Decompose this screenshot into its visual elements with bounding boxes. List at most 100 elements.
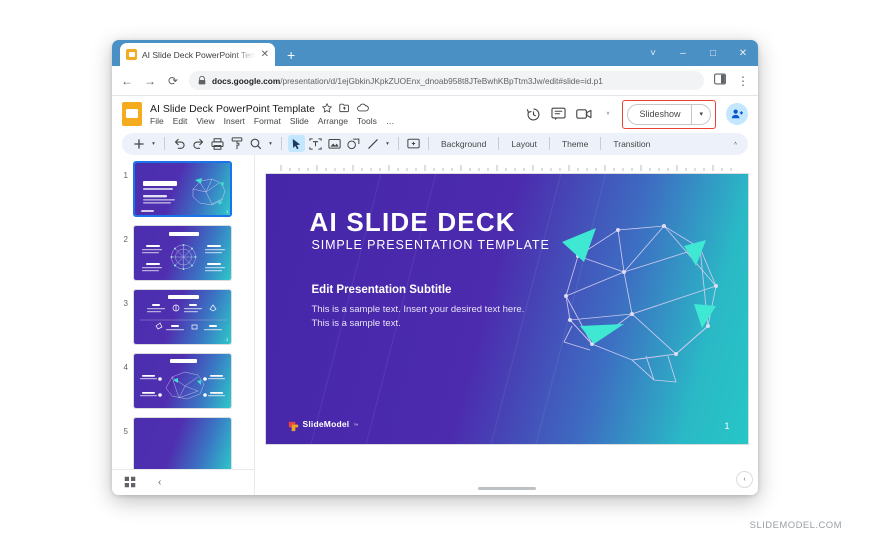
- new-tab-button[interactable]: +: [287, 48, 295, 62]
- list-item[interactable]: 3: [112, 289, 254, 353]
- slide-thumbnail-3[interactable]: 3: [133, 289, 232, 345]
- window-close-icon[interactable]: ✕: [728, 40, 758, 66]
- new-slide-caret-icon[interactable]: ▾: [149, 141, 158, 147]
- browser-tab[interactable]: AI Slide Deck PowerPoint Template ✕: [120, 43, 275, 66]
- menu-view[interactable]: View: [196, 116, 214, 126]
- list-item[interactable]: 1: [112, 161, 254, 225]
- maximize-icon[interactable]: □: [698, 40, 728, 66]
- slideshow-caret-icon[interactable]: ▾: [691, 105, 710, 124]
- slides-app-icon: [122, 102, 142, 126]
- add-comment-icon[interactable]: [405, 135, 422, 152]
- zoom-icon[interactable]: [247, 135, 264, 152]
- url-bar[interactable]: docs.google.com/presentation/d/1ejGbkinJ…: [189, 71, 704, 90]
- menu-edit[interactable]: Edit: [173, 116, 188, 126]
- page-title[interactable]: AI Slide Deck PowerPoint Template: [150, 103, 315, 115]
- slide-thumbnail-5[interactable]: [133, 417, 232, 469]
- list-item[interactable]: 4: [112, 353, 254, 417]
- star-icon[interactable]: [322, 103, 332, 115]
- thumb-graphic: 1: [135, 163, 230, 215]
- menu-format[interactable]: Format: [254, 116, 281, 126]
- thumb-number: 4: [118, 353, 128, 372]
- menu-slide[interactable]: Slide: [290, 116, 309, 126]
- image-icon[interactable]: [326, 135, 343, 152]
- thumb-graphic: [134, 226, 231, 280]
- horizontal-scrollbar[interactable]: [478, 487, 536, 490]
- svg-text:3: 3: [226, 338, 228, 342]
- list-item[interactable]: 5: [112, 417, 254, 469]
- menu-insert[interactable]: Insert: [224, 116, 245, 126]
- collapse-toolbar-icon[interactable]: ˄: [731, 141, 740, 147]
- slide-page-number: 1: [724, 421, 729, 431]
- new-slide-button[interactable]: [130, 135, 147, 152]
- share-button[interactable]: [726, 103, 748, 125]
- comment-icon[interactable]: [551, 107, 566, 121]
- reload-icon[interactable]: ⟳: [166, 74, 180, 88]
- url-path: /presentation/d/1ejGbkinJKpkZUOEnx_dnoab…: [280, 76, 603, 86]
- title-and-menus: AI Slide Deck PowerPoint Template File E…: [150, 103, 518, 126]
- browser-menu-icon[interactable]: ⋮: [736, 74, 750, 88]
- forward-icon[interactable]: →: [143, 74, 157, 88]
- redo-button[interactable]: [190, 135, 207, 152]
- tab-strip: AI Slide Deck PowerPoint Template ✕ + ˅ …: [112, 40, 758, 66]
- collapse-filmstrip-icon[interactable]: ‹: [158, 477, 161, 488]
- shape-icon[interactable]: [345, 135, 362, 152]
- print-icon[interactable]: [209, 135, 226, 152]
- ruler: [273, 161, 746, 172]
- textbox-icon[interactable]: [307, 135, 324, 152]
- side-panel-icon[interactable]: [713, 73, 727, 88]
- toolbar-divider-3: [398, 137, 399, 150]
- paint-format-icon[interactable]: [228, 135, 245, 152]
- menu-tools[interactable]: Tools: [357, 116, 377, 126]
- toolbar-divider-6: [549, 137, 550, 150]
- slideshow-button[interactable]: Slideshow ▾: [627, 104, 711, 125]
- slide-body-text: This is a sample text. Insert your desir…: [312, 303, 527, 331]
- background-button[interactable]: Background: [435, 139, 492, 149]
- menu-more[interactable]: …: [386, 116, 395, 126]
- thumb-number: 5: [118, 417, 128, 436]
- slidemodel-logo-icon: [288, 419, 299, 430]
- close-icon[interactable]: ✕: [261, 50, 269, 60]
- line-icon[interactable]: [364, 135, 381, 152]
- back-icon[interactable]: ←: [120, 74, 134, 88]
- toolbar-divider-5: [498, 137, 499, 150]
- transition-button[interactable]: Transition: [607, 139, 656, 149]
- layout-button[interactable]: Layout: [505, 139, 543, 149]
- move-to-folder-icon[interactable]: [339, 103, 350, 115]
- theme-button[interactable]: Theme: [556, 139, 594, 149]
- grid-view-icon[interactable]: [124, 476, 136, 488]
- slideshow-highlight: Slideshow ▾: [622, 100, 716, 129]
- collapse-panel-button[interactable]: ‹: [736, 471, 753, 488]
- low-poly-brain-graphic: [536, 204, 736, 394]
- url-text: docs.google.com/presentation/d/1ejGbkinJ…: [212, 76, 603, 86]
- thumb-number: 2: [118, 225, 128, 244]
- work-area: 1: [112, 155, 758, 495]
- meet-icon[interactable]: [576, 108, 593, 120]
- toolbar-divider-2: [281, 137, 282, 150]
- zoom-caret-icon[interactable]: ▾: [266, 141, 275, 147]
- menu-file[interactable]: File: [150, 116, 164, 126]
- slide-thumbnail-2[interactable]: [133, 225, 232, 281]
- cloud-saved-icon[interactable]: [357, 103, 369, 114]
- slide-thumbnail-1[interactable]: 1: [133, 161, 232, 217]
- slide-filmstrip: 1: [112, 155, 255, 495]
- google-slides-app: AI Slide Deck PowerPoint Template File E…: [112, 96, 758, 495]
- url-domain: docs.google.com: [212, 76, 280, 86]
- menu-arrange[interactable]: Arrange: [318, 116, 348, 126]
- line-caret-icon[interactable]: ▾: [383, 141, 392, 147]
- slide-thumbnail-4[interactable]: [133, 353, 232, 409]
- chevron-down-icon[interactable]: ˅: [638, 40, 668, 66]
- thumbnail-list[interactable]: 1: [112, 155, 254, 469]
- undo-button[interactable]: [171, 135, 188, 152]
- header-actions: ˅ Slideshow ▾: [526, 100, 748, 129]
- slides-favicon: [126, 49, 137, 60]
- history-icon[interactable]: [526, 107, 541, 122]
- current-slide[interactable]: AI SLIDE DECK SIMPLE PRESENTATION TEMPLA…: [266, 174, 748, 444]
- minimize-icon[interactable]: –: [668, 40, 698, 66]
- slidemodel-logo-tm: ™: [353, 423, 358, 430]
- list-item[interactable]: 2: [112, 225, 254, 289]
- window-controls: ˅ – □ ✕: [638, 40, 758, 66]
- slideshow-label[interactable]: Slideshow: [628, 105, 691, 124]
- thumb-number: 3: [118, 289, 128, 308]
- select-tool-button[interactable]: [288, 135, 305, 152]
- present-caret-icon[interactable]: ˅: [603, 111, 612, 117]
